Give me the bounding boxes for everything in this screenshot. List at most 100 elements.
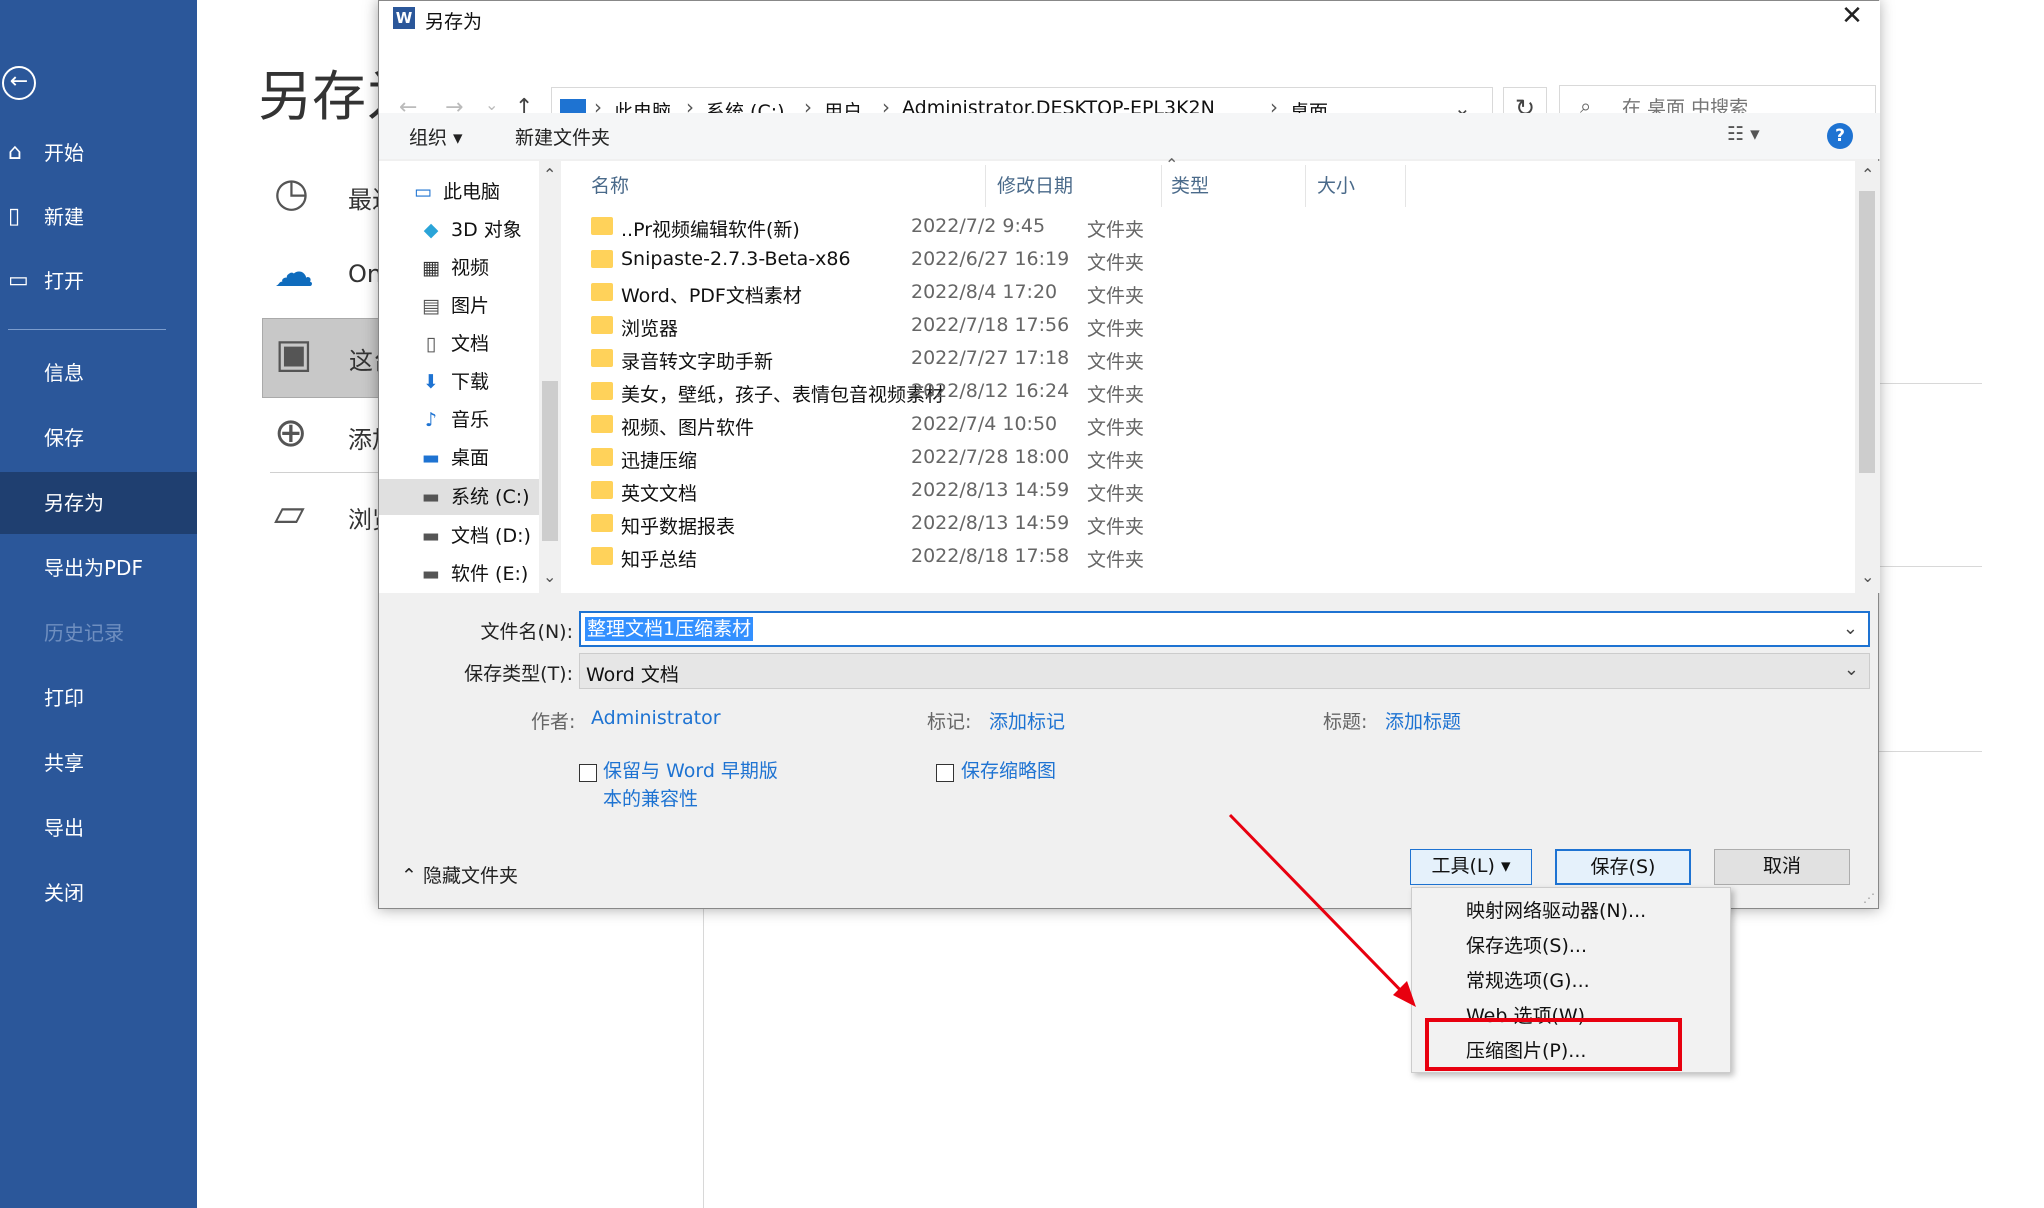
menu-item-save-options[interactable]: 保存选项(S)... — [1466, 931, 1587, 958]
nav-export[interactable]: 导出 — [0, 797, 197, 859]
file-row[interactable]: 知乎数据报表 2022/8/13 14:59 文件夹 — [565, 508, 1855, 541]
drive-c-icon: ▬ — [422, 486, 440, 508]
navigation-pane: ▭ 此电脑 ◆ 3D 对象 ▦ 视频 ▤ 图片 ▯ 文档 ⬇ 下载 ♪ 音乐 ▬ 桌面 ▬ 系统 … — [379, 161, 565, 593]
nav-share[interactable]: 共享 — [0, 732, 197, 794]
filetype-select[interactable]: Word 文档 ⌄ — [579, 653, 1870, 689]
tree-item-downloads[interactable]: ⬇ 下载 — [417, 367, 489, 397]
title-value[interactable]: 添加标题 — [1385, 707, 1461, 734]
tree-scrollbar-thumb[interactable] — [542, 381, 558, 541]
compat-label-line2: 本的兼容性 — [603, 788, 699, 810]
nav-print[interactable]: 打印 — [0, 667, 197, 729]
home-icon: ⌂ — [8, 140, 22, 165]
file-row[interactable]: 英文文档 2022/8/13 14:59 文件夹 — [565, 475, 1855, 508]
backstage-sidebar: ← ⌂ 开始 ▯ 新建 ▭ 打开 信息 保存 另存为 导出为PDF 历史记录 打印 共… — [0, 0, 197, 1208]
location-browse[interactable]: ▱ 浏览 — [262, 478, 396, 558]
nav-save-as[interactable]: 另存为 — [0, 472, 197, 534]
menu-item-map-drive[interactable]: 映射网络驱动器(N)... — [1466, 896, 1646, 923]
folder-icon — [591, 283, 613, 301]
chevron-down-icon[interactable]: ⌄ — [1844, 659, 1859, 680]
scroll-down-icon[interactable]: ⌄ — [1861, 567, 1874, 586]
annotation-arrow — [1228, 813, 1416, 1007]
save-button[interactable]: 保存(S) — [1555, 849, 1691, 885]
column-size[interactable]: 大小 — [1317, 171, 1355, 198]
file-row[interactable]: 视频、图片软件 2022/7/4 10:50 文件夹 — [565, 409, 1855, 442]
column-name[interactable]: 名称 — [591, 171, 629, 198]
column-type[interactable]: 类型 — [1171, 171, 1209, 198]
author-label: 作者: — [531, 711, 576, 733]
close-button[interactable]: ✕ — [1827, 1, 1877, 33]
file-name: Word、PDF文档素材 — [621, 285, 802, 307]
tags-value[interactable]: 添加标记 — [989, 707, 1065, 734]
new-folder-button[interactable]: 新建文件夹 — [515, 123, 610, 150]
compat-checkbox[interactable] — [579, 764, 597, 782]
recent-locations-button[interactable]: ⌄ — [485, 95, 498, 114]
filename-input[interactable]: 整理文档1压缩素材 ⌄ — [579, 611, 1870, 647]
tree-item-pictures[interactable]: ▤ 图片 — [417, 291, 489, 321]
list-scrollbar-thumb[interactable] — [1859, 191, 1875, 473]
view-options-button[interactable]: ☷ ▾ — [1727, 123, 1760, 145]
tree-item-drive-e[interactable]: ▬ 软件 (E:) — [417, 559, 528, 589]
nav-info[interactable]: 信息 — [0, 342, 197, 404]
location-onedrive[interactable]: ☁OneDrive — [262, 238, 461, 318]
tree-item-this-pc[interactable]: ▭ 此电脑 — [409, 177, 500, 207]
column-separator[interactable] — [1161, 165, 1162, 207]
chevron-up-icon: ⌃ — [401, 865, 423, 887]
file-row[interactable]: 浏览器 2022/7/18 17:56 文件夹 — [565, 310, 1855, 343]
scroll-up-icon[interactable]: ⌃ — [543, 165, 556, 184]
menu-item-general-options[interactable]: 常规选项(G)... — [1466, 966, 1590, 993]
file-name: 知乎总结 — [621, 549, 698, 571]
location-add[interactable]: ⊕添加位置 — [262, 398, 444, 478]
location-this-pc[interactable]: ▣这台电脑 — [262, 318, 445, 398]
nav-open[interactable]: ▭ 打开 — [0, 250, 197, 312]
compat-label-line1: 保留与 Word 早期版 — [603, 760, 778, 782]
tree-item-label: 软件 (E:) — [451, 563, 529, 585]
column-separator[interactable] — [1405, 165, 1406, 207]
file-name: ..Pr视频编辑软件(新) — [621, 219, 800, 241]
chevron-down-icon[interactable]: ⌄ — [1843, 618, 1858, 639]
tree-item-music[interactable]: ♪ 音乐 — [417, 405, 489, 435]
file-row[interactable]: Word、PDF文档素材 2022/8/4 17:20 文件夹 — [565, 277, 1855, 310]
tree-item-label: 图片 — [451, 295, 490, 317]
location-recent[interactable]: ◷ 最近 — [262, 158, 396, 238]
thumbnail-label[interactable]: 保存缩略图 — [961, 757, 1056, 785]
nav-save[interactable]: 保存 — [0, 407, 197, 469]
tree-item-drive-d[interactable]: ▬ 文档 (D:) — [417, 521, 531, 551]
organize-button[interactable]: 组织 ▾ — [409, 123, 463, 150]
compat-label[interactable]: 保留与 Word 早期版 本的兼容性 — [603, 757, 778, 813]
drive-icon: ▬ — [422, 525, 440, 547]
help-icon[interactable]: ? — [1827, 123, 1853, 149]
dialog-title: 另存为 — [425, 11, 483, 33]
tree-item-documents[interactable]: ▯ 文档 — [417, 329, 489, 359]
cancel-button[interactable]: 取消 — [1714, 849, 1850, 885]
nav-export-pdf[interactable]: 导出为PDF — [0, 537, 197, 599]
open-folder-icon: ▭ — [8, 268, 29, 293]
tree-item-3d[interactable]: ◆ 3D 对象 — [417, 215, 522, 245]
file-row[interactable]: ..Pr视频编辑软件(新) 2022/7/2 9:45 文件夹 — [565, 211, 1855, 244]
scroll-down-icon[interactable]: ⌄ — [543, 567, 556, 586]
resize-grip-icon[interactable]: ⋰ — [1863, 891, 1875, 905]
file-type: 文件夹 — [1087, 252, 1145, 274]
3d-objects-icon: ◆ — [423, 219, 439, 241]
title-label: 标题: — [1323, 711, 1368, 733]
file-row[interactable]: 迅捷压缩 2022/7/28 18:00 文件夹 — [565, 442, 1855, 475]
thumbnail-checkbox[interactable] — [936, 764, 954, 782]
tree-item-drive-c[interactable]: ▬ 系统 (C:) — [379, 479, 539, 515]
tree-item-desktop[interactable]: ▬ 桌面 — [417, 443, 489, 473]
author-value[interactable]: Administrator — [591, 707, 721, 729]
nav-close[interactable]: 关闭 — [0, 862, 197, 924]
file-row[interactable]: 美女，壁纸，孩子、表情包音视频素材 2022/8/12 16:24 文件夹 — [565, 376, 1855, 409]
file-row[interactable]: 录音转文字助手新 2022/7/27 17:18 文件夹 — [565, 343, 1855, 376]
folder-icon — [591, 217, 613, 235]
column-date[interactable]: 修改日期 — [997, 171, 1073, 198]
scroll-up-icon[interactable]: ⌃ — [1861, 165, 1874, 184]
nav-home[interactable]: ⌂ 开始 — [0, 122, 197, 184]
file-row[interactable]: Snipaste-2.7.3-Beta-x86 2022/6/27 16:19 文件… — [565, 244, 1855, 277]
hide-folders-toggle[interactable]: ⌃ 隐藏文件夹 — [401, 861, 518, 888]
file-row[interactable]: 知乎总结 2022/8/18 17:58 文件夹 — [565, 541, 1855, 574]
tree-item-videos[interactable]: ▦ 视频 — [417, 253, 489, 283]
column-separator[interactable] — [1305, 165, 1306, 207]
nav-new[interactable]: ▯ 新建 — [0, 186, 197, 248]
column-separator[interactable] — [985, 165, 986, 207]
back-arrow-icon[interactable]: ← — [2, 66, 36, 100]
video-icon: ▦ — [422, 257, 440, 279]
